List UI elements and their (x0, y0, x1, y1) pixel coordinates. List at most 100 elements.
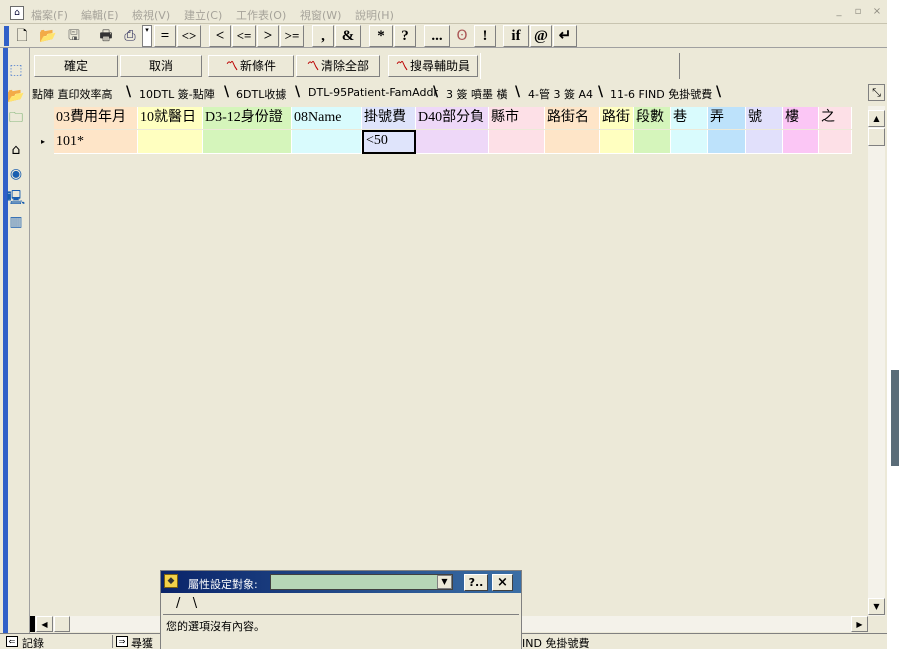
computer-tool-icon[interactable]: 🖳 (6, 188, 26, 208)
vertical-scroll-thumb[interactable] (868, 128, 885, 146)
row-selector-icon[interactable]: ▸ (32, 130, 54, 154)
folder-tool-icon[interactable]: 🗀 (6, 108, 26, 128)
column-header-alley[interactable]: 弄 (708, 107, 746, 129)
criteria-cell-section[interactable] (634, 130, 671, 154)
save-icon[interactable]: 🖫 (64, 26, 84, 46)
criteria-cell-visit-date[interactable] (138, 130, 203, 154)
chart-tool-icon[interactable]: ▥ (6, 212, 26, 232)
op-greater-button[interactable]: > (257, 25, 279, 47)
menu-window[interactable]: 視窗(W) (300, 7, 341, 23)
op-less-button[interactable]: < (209, 25, 231, 47)
tab-dtl-95patient[interactable]: DTL-95Patient-FamAddr (308, 86, 438, 99)
confirm-button[interactable]: 確定 (34, 55, 118, 77)
tab-6dtl[interactable]: 6DTL收據 (236, 86, 286, 102)
property-close-button[interactable]: × (492, 574, 513, 591)
op-equal-button[interactable]: = (154, 25, 176, 47)
scroll-right-icon[interactable]: ▶ (851, 616, 868, 632)
column-header-of[interactable]: 之 (819, 107, 852, 129)
menu-create[interactable]: 建立(C) (184, 7, 222, 23)
scroll-left-icon[interactable]: ◀ (36, 616, 53, 632)
op-comma-button[interactable]: , (312, 25, 334, 47)
horizontal-scroll-thumb[interactable] (54, 616, 70, 632)
criteria-cell-number[interactable] (746, 130, 783, 154)
column-header-visit-date[interactable]: 10就醫日 (138, 107, 203, 129)
scroll-up-icon[interactable]: ▲ (868, 110, 885, 127)
ear-icon[interactable]: ʘ (452, 26, 472, 46)
new-document-icon[interactable]: 🗋 (12, 26, 32, 46)
open-tool-icon[interactable]: 📂 (6, 86, 26, 106)
column-header-fee-month[interactable]: 03費用年月 (54, 107, 138, 129)
criteria-cell-lane[interactable] (671, 130, 708, 154)
clear-all-button[interactable]: 〽清除全部 (296, 55, 380, 77)
property-help-button[interactable]: ?.. (464, 574, 488, 591)
column-header-copay[interactable]: D40部分負 (416, 107, 489, 129)
op-less-equal-button[interactable]: <= (232, 25, 256, 47)
open-folder-icon[interactable]: 📂 (38, 26, 58, 46)
criteria-cell-name[interactable] (292, 130, 362, 154)
chevron-down-icon[interactable]: ▼ (437, 575, 452, 589)
column-header-section[interactable]: 段數 (634, 107, 671, 129)
criteria-cell-alley[interactable] (708, 130, 746, 154)
menu-file[interactable]: 檔案(F) (31, 7, 68, 23)
tab-dot-matrix[interactable]: 點陣 直印效率高 (32, 86, 113, 102)
split-box[interactable] (30, 616, 35, 632)
search-result-icon[interactable]: ⇒ (116, 636, 128, 647)
vertical-scrollbar[interactable] (868, 106, 885, 616)
column-header-reg-fee[interactable]: 掛號費 (362, 107, 416, 129)
column-header-street-name[interactable]: 路街名 (545, 107, 600, 129)
tab-11-6-find[interactable]: 11-6 FIND 免掛號費 (610, 86, 712, 102)
column-header-county[interactable]: 縣市 (489, 107, 545, 129)
criteria-cell-street-name[interactable] (545, 130, 600, 154)
tab-4-a4[interactable]: 4-管 3 簽 A4 (528, 86, 593, 102)
op-exclamation-button[interactable]: ! (474, 25, 496, 47)
column-header-lane[interactable]: 巷 (671, 107, 708, 129)
op-if-button[interactable]: if (503, 25, 529, 47)
criteria-cell-fee-month[interactable]: 101* (54, 130, 138, 154)
tab-10dtl[interactable]: 10DTL 簽-點陣 (139, 86, 215, 102)
home-tool-icon[interactable]: ⌂ (6, 140, 26, 160)
column-header-floor[interactable]: 樓 (783, 107, 819, 129)
op-not-equal-button[interactable]: <> (177, 25, 201, 47)
menu-worksheet[interactable]: 工作表(O) (236, 7, 286, 23)
print-preview-icon[interactable]: ⎙ (120, 26, 140, 46)
pointer-tool-icon[interactable]: ⬚ (6, 60, 26, 80)
app-home-icon[interactable]: ⌂ (10, 6, 24, 20)
status-divider (112, 635, 113, 648)
scroll-down-icon[interactable]: ▼ (868, 598, 885, 615)
tab-3-inkjet[interactable]: 3 簽 噴墨 橫 (446, 86, 508, 102)
criteria-cell-id[interactable] (203, 130, 292, 154)
resize-grid-icon[interactable]: ⤡ (868, 84, 885, 101)
new-condition-button[interactable]: 〽新條件 (208, 55, 294, 77)
property-target-select[interactable] (270, 574, 453, 590)
op-greater-equal-button[interactable]: >= (280, 25, 304, 47)
menu-edit[interactable]: 編輯(E) (81, 7, 119, 23)
column-header-name[interactable]: 08Name (292, 107, 362, 129)
column-header-id[interactable]: D3-12身份證 (203, 107, 292, 129)
column-header-street[interactable]: 路街 (600, 107, 634, 129)
column-header-number[interactable]: 號 (746, 107, 783, 129)
criteria-cell-street[interactable] (600, 130, 634, 154)
preview-dropdown-icon[interactable]: ▾ (142, 25, 152, 47)
op-ampersand-button[interactable]: & (335, 25, 361, 47)
criteria-cell-floor[interactable] (783, 130, 819, 154)
criteria-cell-county[interactable] (489, 130, 545, 154)
criteria-cell-copay[interactable] (416, 130, 489, 154)
criteria-cell-of[interactable] (819, 130, 852, 154)
restore-icon[interactable]: ▫ (849, 5, 867, 19)
cancel-button[interactable]: 取消 (120, 55, 202, 77)
op-enter-button[interactable]: ↵ (553, 25, 577, 47)
menu-view[interactable]: 檢視(V) (132, 7, 170, 23)
records-icon[interactable]: ⇐ (6, 636, 18, 647)
op-at-button[interactable]: @ (530, 25, 552, 47)
minimize-icon[interactable]: _ (830, 5, 848, 19)
close-icon[interactable]: × (868, 5, 886, 19)
op-question-button[interactable]: ? (394, 25, 416, 47)
op-range-button[interactable]: ... (424, 25, 450, 47)
property-panel-icon: ◆ (164, 574, 178, 588)
criteria-cell-reg-fee[interactable]: <50 (362, 130, 416, 154)
help-tool-icon[interactable]: ◉ (6, 164, 26, 184)
print-icon[interactable]: 🖶 (96, 26, 116, 46)
op-wildcard-button[interactable]: * (369, 25, 393, 47)
search-helper-button[interactable]: 〽搜尋輔助員 (388, 55, 478, 77)
menu-help[interactable]: 說明(H) (355, 7, 394, 23)
